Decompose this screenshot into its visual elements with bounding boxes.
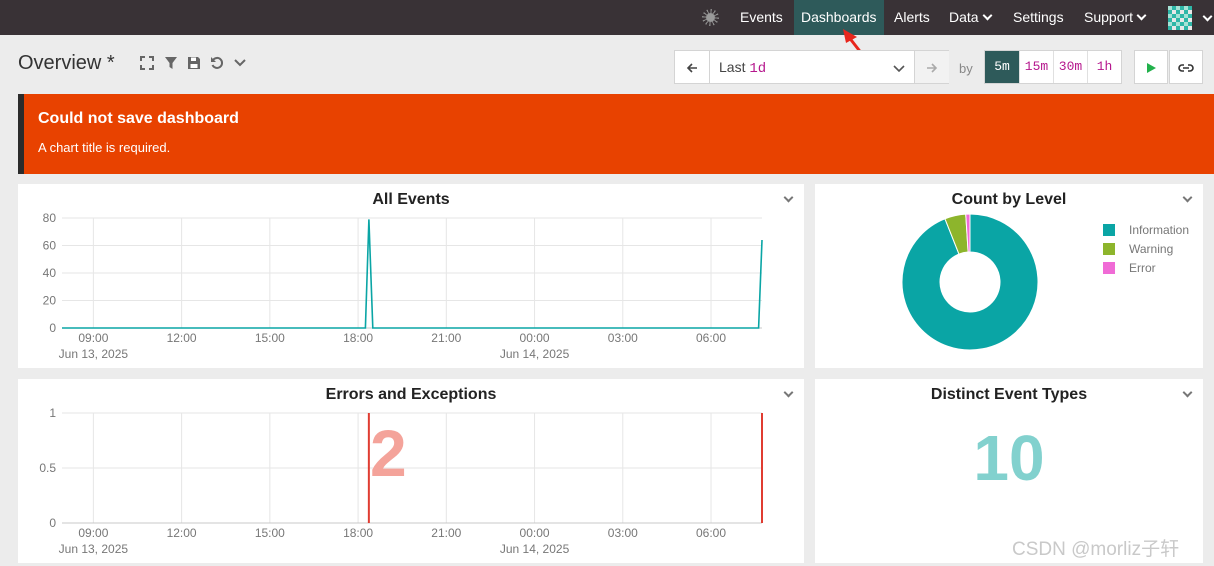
y-tick-label: 40 [43, 266, 57, 280]
legend-swatch [1103, 223, 1115, 236]
y-tick-label: 0.5 [39, 461, 56, 475]
x-tick-label: 09:00 [78, 331, 108, 345]
x-tick-label: 15:00 [255, 331, 285, 345]
panel-title: Distinct Event Types [930, 386, 1088, 403]
watermark-text: CSDN @morliz子轩 [1012, 539, 1180, 560]
time-range-picker: Last 1d [674, 50, 949, 84]
x-tick-label: 15:00 [255, 526, 285, 540]
x-tick-label: 03:00 [608, 526, 638, 540]
x-tick-label: 00:00 [520, 331, 550, 345]
x-date-label: Jun 13, 2025 [59, 542, 129, 556]
save-icon[interactable] [187, 56, 201, 70]
all-events-chart: 0 20 40 60 80 09:00 12:00 15:00 18:00 21:00 00:00 0… [43, 211, 763, 361]
x-date-label: Jun 13, 2025 [59, 347, 129, 361]
interval-15m[interactable]: 15m [1019, 51, 1053, 83]
undo-icon[interactable] [210, 56, 224, 70]
range-back-button[interactable] [675, 51, 709, 83]
x-tick-label: 12:00 [167, 526, 197, 540]
arrow-left-icon [686, 63, 697, 73]
range-value: 1d [749, 61, 767, 77]
link-refresh-icon [1178, 63, 1194, 72]
play-button[interactable] [1134, 50, 1168, 84]
banner-title: Could not save dashboard [38, 110, 239, 127]
y-tick-label: 60 [43, 239, 57, 253]
by-label: by [959, 61, 973, 76]
arrow-right-icon [927, 63, 938, 73]
x-tick-label: 00:00 [520, 526, 550, 540]
range-prefix: Last [719, 59, 746, 75]
errors-count-value: 2 [370, 416, 407, 490]
interval-group: 5m 15m 30m 1h [984, 50, 1122, 84]
legend-label: Error [1129, 260, 1156, 275]
panel-title: Count by Level [951, 191, 1067, 208]
x-tick-label: 09:00 [78, 526, 108, 540]
interval-5m[interactable]: 5m [985, 51, 1019, 83]
count-by-level-chart [901, 213, 1039, 351]
x-tick-label: 18:00 [343, 526, 373, 540]
x-tick-label: 06:00 [696, 526, 726, 540]
panel-errors-exceptions: Errors and Exceptions 0 0.5 1 09:00 12:00 15:… [18, 379, 804, 563]
legend-label: Warning [1129, 241, 1174, 256]
y-tick-label: 0 [49, 321, 56, 335]
y-tick-label: 80 [43, 211, 57, 225]
more-chevron-down-icon[interactable] [233, 56, 247, 70]
fullscreen-icon[interactable] [140, 56, 154, 70]
error-banner: Could not save dashboard A chart title i… [18, 94, 1214, 174]
legend-item[interactable]: Warning [1103, 239, 1189, 258]
panel-title: All Events [372, 191, 450, 208]
x-tick-label: 21:00 [431, 526, 461, 540]
x-tick-label: 03:00 [608, 331, 638, 345]
y-tick-label: 20 [43, 294, 57, 308]
panel-title: Errors and Exceptions [325, 386, 497, 403]
errors-chart: 0 0.5 1 09:00 12:00 15:00 18:00 21:00 00:00 03:00… [39, 406, 763, 556]
distinct-count-value: 10 [973, 422, 1045, 494]
interval-30m[interactable]: 30m [1053, 51, 1087, 83]
banner-message: A chart title is required. [38, 140, 171, 155]
legend-item[interactable]: Information [1103, 220, 1189, 239]
refresh-link-button[interactable] [1169, 50, 1203, 84]
page-title: Overview * [18, 52, 115, 74]
interval-1h[interactable]: 1h [1087, 51, 1121, 83]
panel-all-events: All Events 0 20 40 60 80 09:00 12:00 15:00 18:00… [18, 184, 804, 368]
panel-count-by-level: Count by Level Information Warning Error [815, 184, 1203, 368]
x-tick-label: 12:00 [167, 331, 197, 345]
play-icon [1147, 62, 1156, 73]
y-tick-label: 0 [49, 516, 56, 530]
divider [709, 51, 710, 83]
x-tick-label: 21:00 [431, 331, 461, 345]
x-date-label: Jun 14, 2025 [500, 542, 570, 556]
legend-item[interactable]: Error [1103, 258, 1189, 277]
legend-swatch [1103, 261, 1115, 274]
filter-icon[interactable] [164, 56, 178, 70]
pie-legend: Information Warning Error [1103, 220, 1189, 277]
x-tick-label: 18:00 [343, 331, 373, 345]
x-tick-label: 06:00 [696, 331, 726, 345]
series-line [62, 219, 763, 329]
range-chevron-down-icon[interactable] [889, 51, 909, 83]
x-date-label: Jun 14, 2025 [500, 347, 570, 361]
legend-swatch [1103, 242, 1115, 255]
range-forward-button[interactable] [915, 51, 949, 83]
y-tick-label: 1 [49, 406, 56, 420]
legend-label: Information [1129, 222, 1190, 237]
